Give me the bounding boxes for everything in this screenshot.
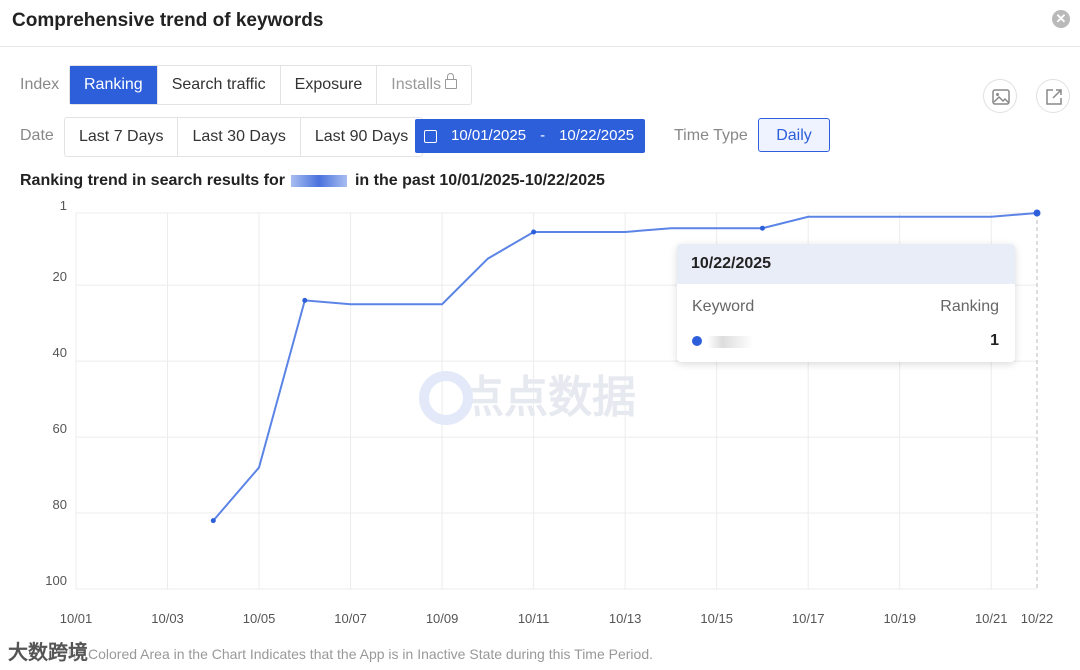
series-color-dot [692, 336, 702, 346]
x-tick-label: 10/09 [426, 611, 459, 626]
x-tick-label: 10/11 [518, 611, 550, 626]
tooltip-ranking-value: 1 [990, 332, 999, 349]
redacted-keyword [707, 336, 753, 348]
x-tick-label: 10/05 [243, 611, 276, 626]
data-point [759, 225, 765, 231]
x-tick-label: 10/19 [883, 611, 916, 626]
chart-footnote: The Colored Area in the Chart Indicates … [60, 646, 653, 662]
y-tick-label: 1 [60, 198, 67, 213]
x-tick-label: 10/15 [700, 611, 733, 626]
data-point [531, 229, 537, 235]
chart-watermark: 点点数据 [460, 372, 636, 423]
x-tick-label: 10/22 [1021, 611, 1054, 626]
x-tick-label: 10/03 [151, 611, 184, 626]
data-point [1033, 209, 1041, 217]
tooltip-ranking-header: Ranking [940, 298, 999, 315]
y-tick-label: 100 [45, 573, 67, 588]
tooltip-keyword-header: Keyword [692, 298, 755, 315]
y-tick-label: 60 [53, 421, 67, 436]
corner-watermark: 大数跨境 [8, 642, 88, 664]
chart-tooltip: 10/22/2025 Keyword Ranking 1 [677, 244, 1015, 362]
x-tick-label: 10/13 [609, 611, 642, 626]
tooltip-date: 10/22/2025 [677, 244, 1015, 284]
x-tick-label: 10/01 [60, 611, 93, 626]
x-tick-label: 10/21 [975, 611, 1008, 626]
y-tick-label: 20 [53, 269, 67, 284]
data-point [210, 518, 216, 524]
y-tick-label: 40 [53, 345, 67, 360]
y-tick-label: 80 [53, 497, 67, 512]
data-point [302, 297, 308, 303]
x-tick-label: 10/17 [792, 611, 825, 626]
x-tick-label: 10/07 [334, 611, 367, 626]
